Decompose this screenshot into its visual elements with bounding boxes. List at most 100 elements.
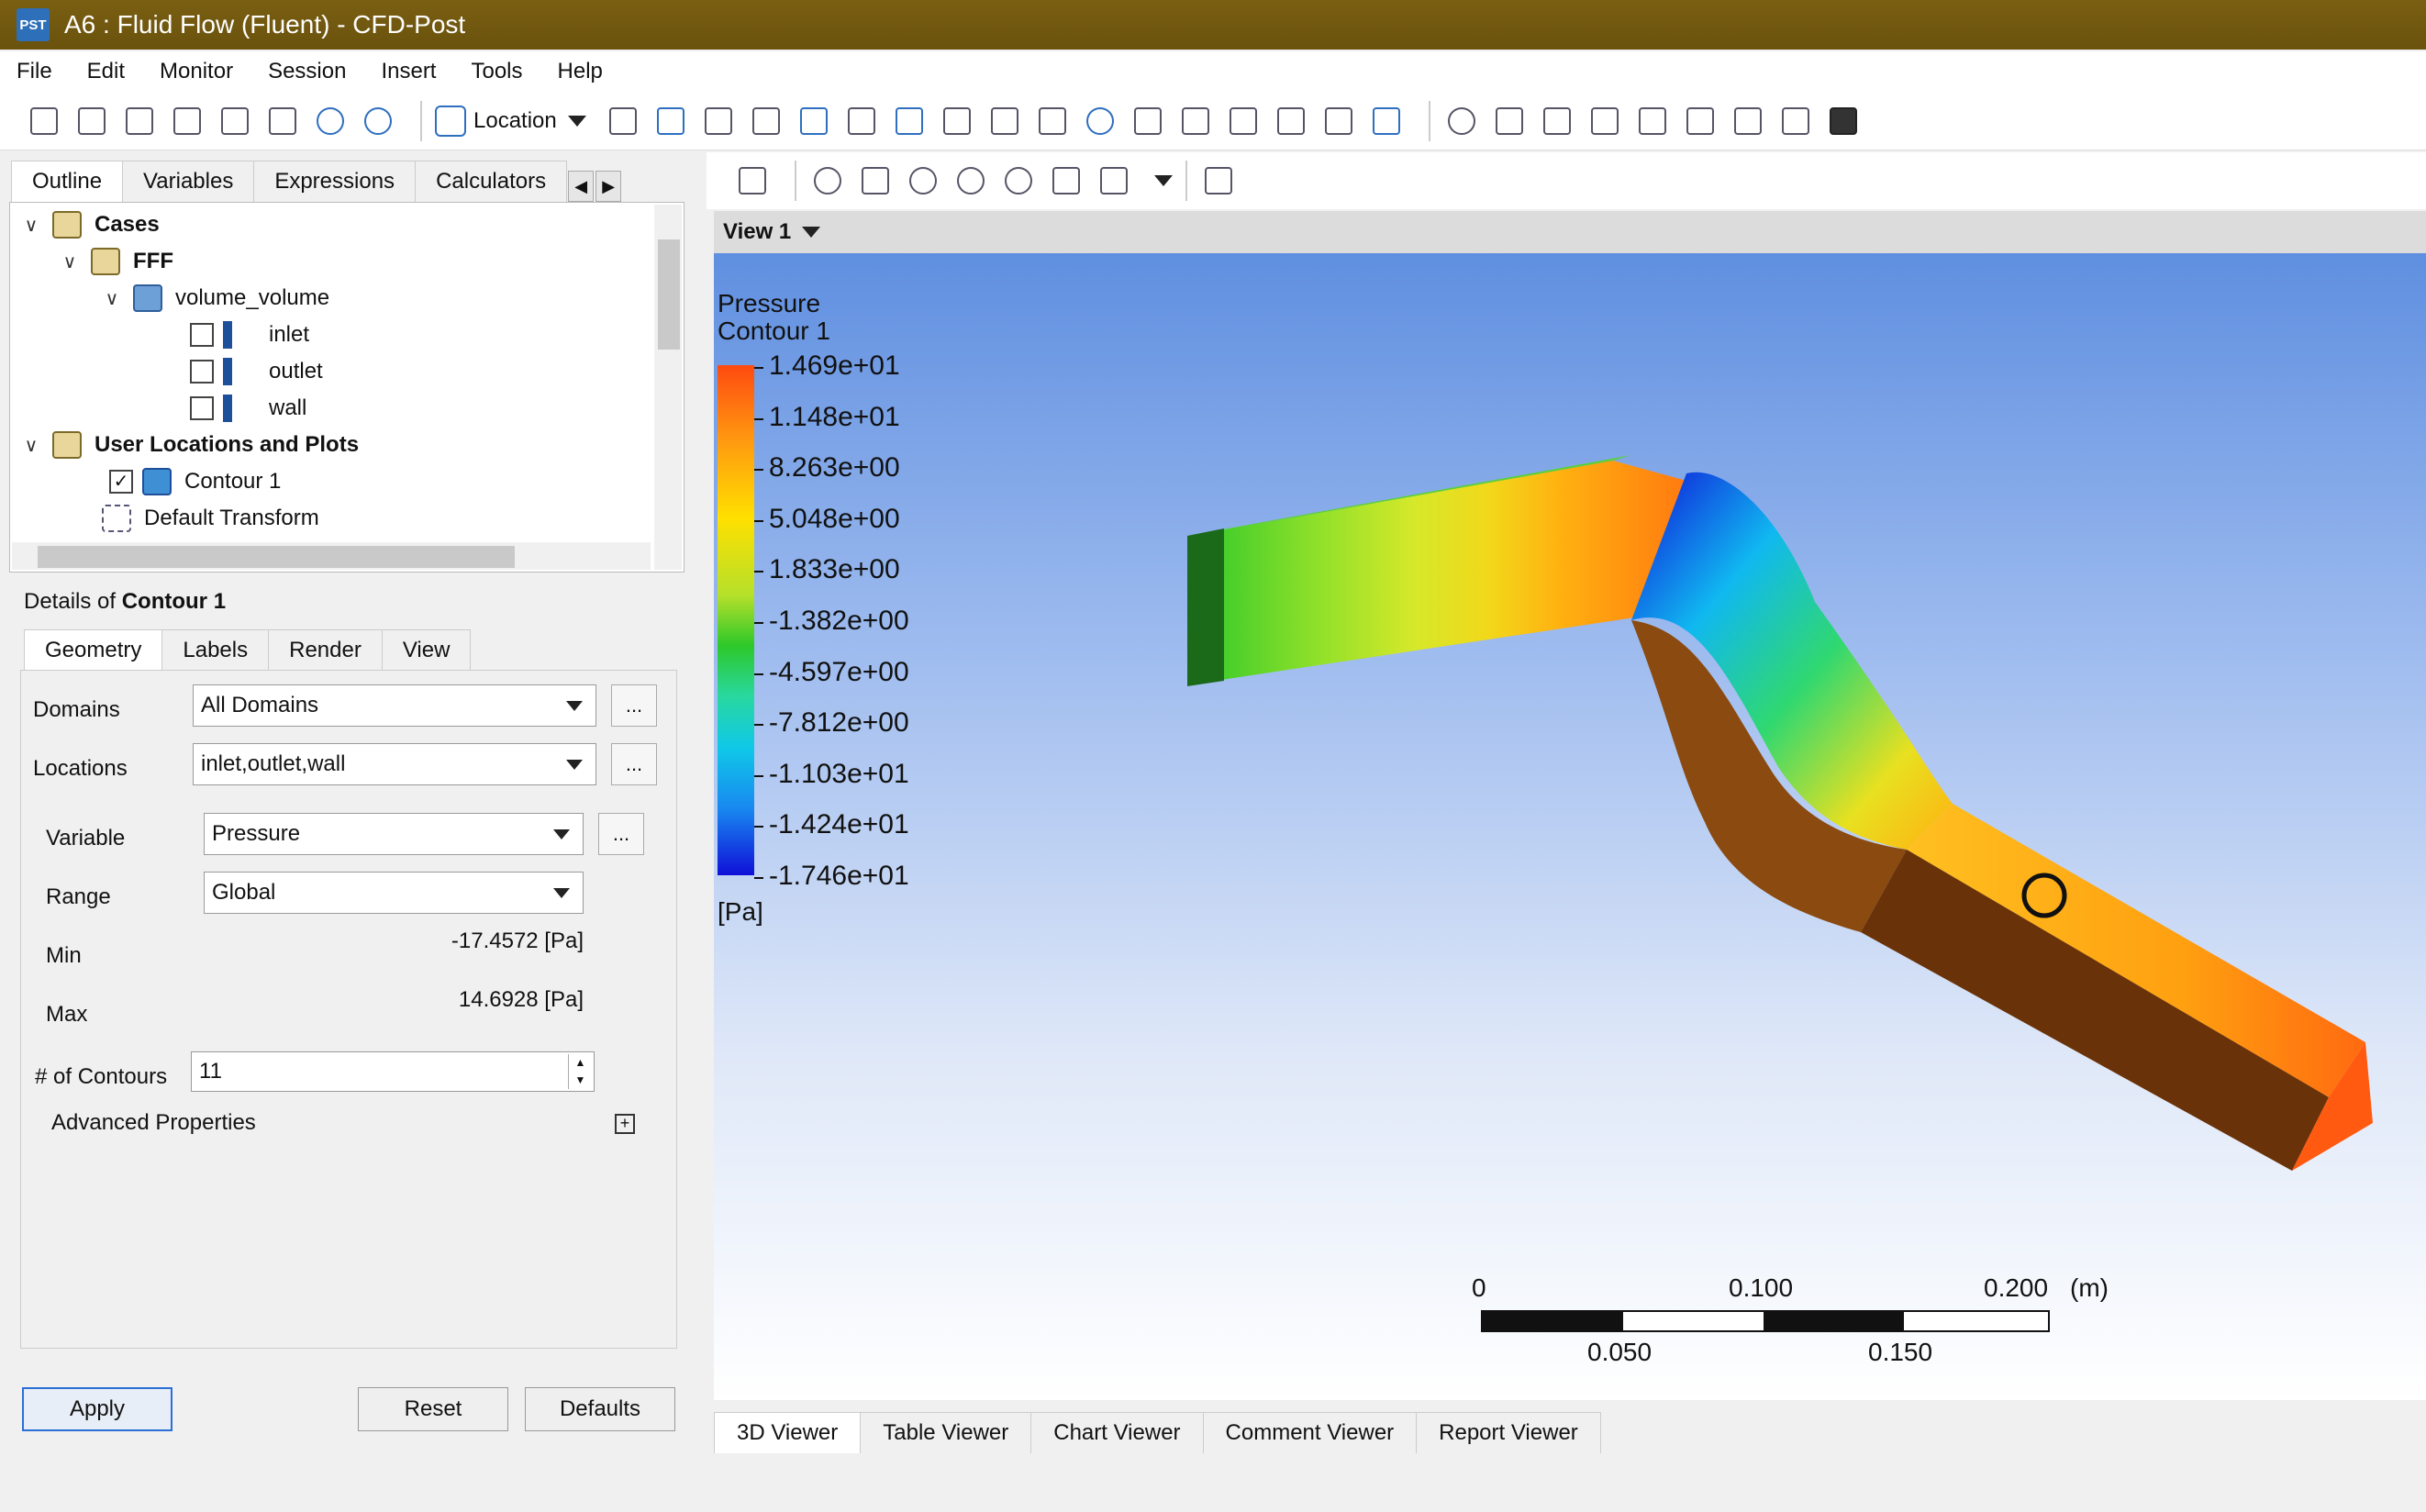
menu-tools[interactable]: Tools bbox=[471, 59, 522, 84]
chevron-down-icon[interactable]: ∨ bbox=[102, 287, 122, 310]
expand-icon[interactable]: + bbox=[615, 1114, 635, 1134]
clip-plane-icon[interactable] bbox=[1034, 103, 1071, 139]
chart-icon[interactable] bbox=[1273, 103, 1309, 139]
tree-vertical-scroll-thumb[interactable] bbox=[658, 239, 680, 350]
visibility-checkbox[interactable] bbox=[190, 323, 214, 347]
zoom-icon[interactable] bbox=[905, 162, 941, 199]
tree-item-outlet[interactable]: outlet bbox=[190, 353, 323, 390]
tree-item-default-transform[interactable]: Default Transform bbox=[102, 500, 319, 537]
tab-report-viewer[interactable]: Report Viewer bbox=[1416, 1412, 1601, 1453]
command-editor-icon[interactable] bbox=[1825, 103, 1862, 139]
chevron-down-icon[interactable]: ∨ bbox=[21, 434, 41, 457]
help-query-icon[interactable] bbox=[1200, 162, 1237, 199]
zoom-fit-icon[interactable] bbox=[1000, 162, 1037, 199]
comment-icon[interactable] bbox=[1320, 103, 1357, 139]
tab-variables[interactable]: Variables bbox=[122, 161, 255, 202]
load-state-icon[interactable] bbox=[26, 103, 62, 139]
tree-item-inlet[interactable]: inlet bbox=[190, 317, 309, 353]
menu-edit[interactable]: Edit bbox=[87, 59, 125, 84]
volume-rendering-icon[interactable] bbox=[796, 103, 832, 139]
contour-icon[interactable] bbox=[652, 103, 689, 139]
tab-scroll-left-button[interactable]: ◀ bbox=[568, 171, 595, 202]
vector-icon[interactable] bbox=[605, 103, 641, 139]
visibility-checkbox[interactable] bbox=[190, 360, 214, 384]
domains-select[interactable]: All Domains bbox=[193, 684, 596, 727]
variable-more-button[interactable]: ... bbox=[598, 813, 644, 855]
streamline-icon[interactable] bbox=[700, 103, 737, 139]
tree-item-fff[interactable]: ∨ FFF bbox=[60, 243, 173, 280]
tab-outline[interactable]: Outline bbox=[11, 161, 124, 202]
save-picture-icon[interactable] bbox=[264, 103, 301, 139]
tree-item-contour[interactable]: ✓ Contour 1 bbox=[109, 463, 281, 500]
reset-button[interactable]: Reset bbox=[358, 1387, 508, 1431]
tab-view[interactable]: View bbox=[381, 629, 472, 671]
menu-monitor[interactable]: Monitor bbox=[160, 59, 233, 84]
defaults-button[interactable]: Defaults bbox=[525, 1387, 675, 1431]
visibility-checkbox[interactable]: ✓ bbox=[109, 470, 133, 494]
probe-icon[interactable] bbox=[1586, 103, 1623, 139]
locations-more-button[interactable]: ... bbox=[611, 743, 657, 785]
tab-geometry[interactable]: Geometry bbox=[24, 629, 163, 671]
particle-track-icon[interactable] bbox=[748, 103, 785, 139]
locations-select[interactable]: inlet,outlet,wall bbox=[193, 743, 596, 785]
instance-transform-icon[interactable] bbox=[986, 103, 1023, 139]
tab-labels[interactable]: Labels bbox=[161, 629, 270, 671]
chevron-down-icon[interactable]: ∨ bbox=[21, 214, 41, 237]
location-dropdown[interactable]: Location bbox=[435, 105, 586, 137]
tab-scroll-right-button[interactable]: ▶ bbox=[595, 171, 622, 202]
menu-session[interactable]: Session bbox=[268, 59, 346, 84]
case-comparison-icon[interactable] bbox=[1777, 103, 1814, 139]
domains-more-button[interactable]: ... bbox=[611, 684, 657, 727]
menu-insert[interactable]: Insert bbox=[381, 59, 436, 84]
variable-select[interactable]: Pressure bbox=[204, 813, 584, 855]
figure-icon[interactable] bbox=[1368, 103, 1405, 139]
tree-item-volume[interactable]: ∨ volume_volume bbox=[102, 280, 329, 317]
select-icon[interactable] bbox=[734, 162, 771, 199]
table-icon[interactable] bbox=[1225, 103, 1262, 139]
visibility-checkbox[interactable] bbox=[190, 396, 214, 420]
quick-editor-icon[interactable] bbox=[1539, 103, 1575, 139]
3d-viewport[interactable] bbox=[714, 253, 2426, 1400]
apply-button[interactable]: Apply bbox=[22, 1387, 172, 1431]
timestep-icon[interactable] bbox=[1443, 103, 1480, 139]
redo-icon[interactable] bbox=[360, 103, 396, 139]
tab-chart-viewer[interactable]: Chart Viewer bbox=[1030, 1412, 1204, 1453]
tab-expressions[interactable]: Expressions bbox=[253, 161, 417, 202]
text-icon[interactable] bbox=[843, 103, 880, 139]
tree-item-user-locations[interactable]: ∨ User Locations and Plots bbox=[21, 427, 359, 463]
pipe-model[interactable] bbox=[714, 253, 2426, 1400]
tree-horizontal-scroll-thumb[interactable] bbox=[38, 546, 515, 568]
range-select[interactable]: Global bbox=[204, 872, 584, 914]
pan-icon[interactable] bbox=[857, 162, 894, 199]
save-state-icon[interactable] bbox=[73, 103, 110, 139]
coordinate-frame-icon[interactable] bbox=[891, 103, 928, 139]
menu-file[interactable]: File bbox=[17, 59, 52, 84]
load-results-icon[interactable] bbox=[121, 103, 158, 139]
color-map-icon[interactable] bbox=[1082, 103, 1118, 139]
close-case-icon[interactable] bbox=[169, 103, 206, 139]
rotate-icon[interactable] bbox=[809, 162, 846, 199]
tab-calculators[interactable]: Calculators bbox=[415, 161, 568, 202]
legend-icon[interactable] bbox=[939, 103, 975, 139]
tab-comment-viewer[interactable]: Comment Viewer bbox=[1202, 1412, 1418, 1453]
chevron-down-icon[interactable]: ∨ bbox=[60, 250, 80, 273]
chevron-down-icon[interactable] bbox=[1154, 175, 1173, 186]
undo-icon[interactable] bbox=[312, 103, 349, 139]
stepper-arrows-icon[interactable]: ▲ ▼ bbox=[568, 1054, 592, 1089]
tab-table-viewer[interactable]: Table Viewer bbox=[860, 1412, 1032, 1453]
contours-stepper[interactable]: 11 ▲ ▼ bbox=[191, 1051, 595, 1092]
animation-icon[interactable] bbox=[1491, 103, 1528, 139]
zoom-box-icon[interactable] bbox=[952, 162, 989, 199]
macro-calculator-icon[interactable] bbox=[1682, 103, 1719, 139]
tab-render[interactable]: Render bbox=[268, 629, 383, 671]
tree-item-wall[interactable]: wall bbox=[190, 390, 306, 427]
tree-item-cases[interactable]: ∨ Cases bbox=[21, 206, 160, 243]
mesh-calculator-icon[interactable] bbox=[1730, 103, 1766, 139]
tab-3d-viewer[interactable]: 3D Viewer bbox=[714, 1412, 862, 1453]
view-selector[interactable]: View 1 bbox=[723, 219, 821, 245]
function-calculator-icon[interactable] bbox=[1634, 103, 1671, 139]
expression-icon[interactable] bbox=[1177, 103, 1214, 139]
fit-view-icon[interactable] bbox=[1048, 162, 1085, 199]
refresh-icon[interactable] bbox=[217, 103, 253, 139]
menu-help[interactable]: Help bbox=[558, 59, 603, 84]
